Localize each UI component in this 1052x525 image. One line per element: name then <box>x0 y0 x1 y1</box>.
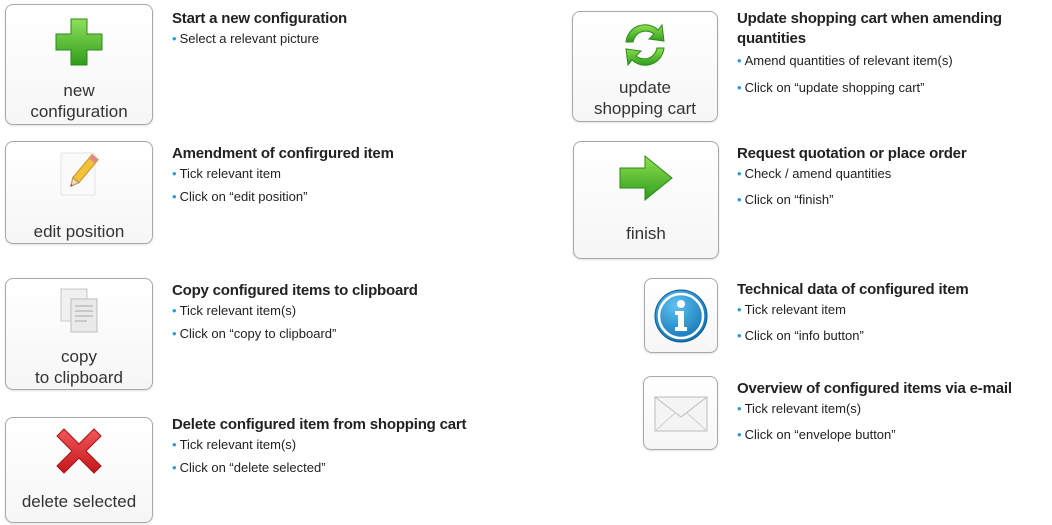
step-item: • Tick relevant item(s) <box>172 437 297 452</box>
envelope-description: Overview of configured items via e-mail … <box>737 379 1052 443</box>
bullet-icon: • <box>737 80 742 95</box>
delete-selected-description: Delete configured item from shopping car… <box>172 415 532 476</box>
bullet-icon: • <box>737 166 742 181</box>
finish-label: finish <box>626 224 666 243</box>
update-shopping-cart-button[interactable]: update shopping cart <box>572 11 718 122</box>
bullet-icon: • <box>172 166 177 181</box>
step-item: • Tick relevant item(s) <box>172 303 297 318</box>
red-x-icon <box>54 426 104 481</box>
info-description: Technical data of configured item • Tick … <box>737 280 1047 344</box>
step-item: • Tick relevant item <box>737 302 846 317</box>
edit-position-description: Amendment of confirgured item • Tick rele… <box>172 144 502 205</box>
edit-position-button[interactable]: edit position <box>5 141 153 244</box>
new-configuration-button[interactable]: new configuration <box>5 4 153 125</box>
step-item: • Click on “delete selected” <box>172 460 326 475</box>
delete-selected-button[interactable]: delete selected <box>5 417 153 523</box>
copy-to-clipboard-label: copy to clipboard <box>35 347 123 387</box>
bullet-icon: • <box>737 401 742 416</box>
step-item: • Click on “edit position” <box>172 189 308 204</box>
bullet-icon: • <box>737 192 742 207</box>
finish-description: Request quotation or place order • Check … <box>737 144 1047 208</box>
description-title: Start a new configuration <box>172 10 348 27</box>
pencil-note-icon <box>57 150 101 203</box>
description-title: Request quotation or place order <box>737 145 967 162</box>
edit-position-label: edit position <box>33 222 125 241</box>
bullet-icon: • <box>172 303 177 318</box>
description-title: Overview of configured items via e-mail <box>737 380 1012 397</box>
step-item: • Amend quantities of relevant item(s) <box>737 53 953 68</box>
copy-to-clipboard-description: Copy configured items to clipboard • Tick… <box>172 281 502 342</box>
step-item: • Select a relevant picture <box>172 31 320 46</box>
info-icon <box>652 287 710 350</box>
bullet-icon: • <box>737 53 742 68</box>
description-title: Update shopping cart when amending quant… <box>737 10 1002 47</box>
step-item: • Click on “copy to clipboard” <box>172 326 337 341</box>
bullet-icon: • <box>172 460 177 475</box>
copy-to-clipboard-button[interactable]: copy to clipboard <box>5 278 153 390</box>
new-configuration-description: Start a new configuration • Select a rele… <box>172 9 502 47</box>
envelope-icon <box>653 395 709 438</box>
update-shopping-cart-description: Update shopping cart when amending quant… <box>737 9 1047 96</box>
step-item: • Click on “envelope button” <box>737 427 896 442</box>
update-shopping-cart-label: update shopping cart <box>593 78 697 118</box>
bullet-icon: • <box>172 437 177 452</box>
bullet-icon: • <box>172 326 177 341</box>
step-item: • Tick relevant item(s) <box>737 401 862 416</box>
green-arrow-right-icon <box>617 154 675 207</box>
step-item: • Click on “finish” <box>737 192 834 207</box>
bullet-icon: • <box>737 427 742 442</box>
bullet-icon: • <box>737 328 742 343</box>
description-title: Delete configured item from shopping car… <box>172 416 467 433</box>
bullet-icon: • <box>737 302 742 317</box>
bullet-icon: • <box>172 31 177 46</box>
step-item: • Click on “info button” <box>737 328 864 343</box>
refresh-arrows-icon <box>618 18 672 77</box>
green-plus-icon <box>54 17 104 72</box>
finish-button[interactable]: finish <box>573 141 719 259</box>
copy-documents-icon <box>58 287 100 340</box>
step-item: • Check / amend quantities <box>737 166 892 181</box>
new-configuration-label: new configuration <box>30 81 128 121</box>
envelope-button[interactable] <box>643 376 718 450</box>
step-item: • Click on “update shopping cart” <box>737 80 925 95</box>
bullet-icon: • <box>172 189 177 204</box>
description-title: Technical data of configured item <box>737 281 969 298</box>
step-item: • Tick relevant item <box>172 166 281 181</box>
description-title: Amendment of confirgured item <box>172 145 394 162</box>
delete-selected-label: delete selected <box>21 492 137 511</box>
description-title: Copy configured items to clipboard <box>172 282 418 299</box>
info-button[interactable] <box>644 278 718 353</box>
